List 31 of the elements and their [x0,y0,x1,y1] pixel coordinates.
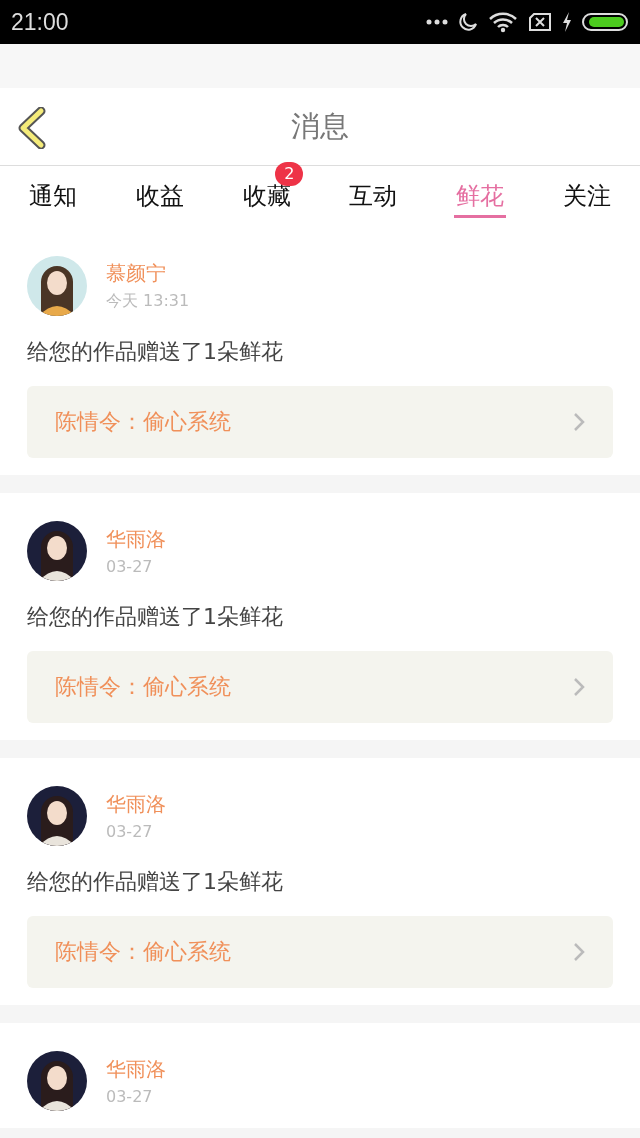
tab[interactable]: 收益 [134,166,186,218]
more-icon [426,19,448,25]
message-text: 给您的作品赠送了1朵鲜花 [27,338,284,366]
user-name[interactable]: 华雨洛 [106,526,166,553]
chevron-icon [573,412,585,432]
message-time: 03-27 [106,822,154,841]
chevron-icon [573,942,585,962]
tab[interactable]: 关注 [560,166,613,218]
work-link[interactable]: 陈情令：偷心系统 [27,651,613,723]
work-link[interactable]: 陈情令：偷心系统 [27,386,613,458]
back-icon[interactable] [17,107,47,149]
charging-icon [562,12,572,32]
sim-icon [528,12,552,32]
user-name[interactable]: 华雨洛 [106,791,166,818]
wifi-icon [488,11,518,33]
tab[interactable]: 鲜花 [454,166,506,218]
user-name[interactable]: 慕颜宁 [106,260,190,287]
tab[interactable]: 互动 [347,166,400,218]
message-text: 给您的作品赠送了1朵鲜花 [27,603,284,631]
message-time: 今天 13:31 [106,291,190,312]
chevron-icon [573,677,585,697]
moon-icon [458,12,478,32]
tab[interactable]: 通知 [27,166,80,218]
user-name[interactable]: 华雨洛 [106,1056,166,1083]
work-link[interactable]: 陈情令：偷心系统 [27,916,613,988]
message-time: 03-27 [106,1087,154,1106]
page-title: 消息 [291,107,349,145]
message-time: 03-27 [106,557,154,576]
message-text: 给您的作品赠送了1朵鲜花 [27,868,284,896]
status-time: 21:00 [11,8,69,36]
battery-icon [582,12,630,32]
